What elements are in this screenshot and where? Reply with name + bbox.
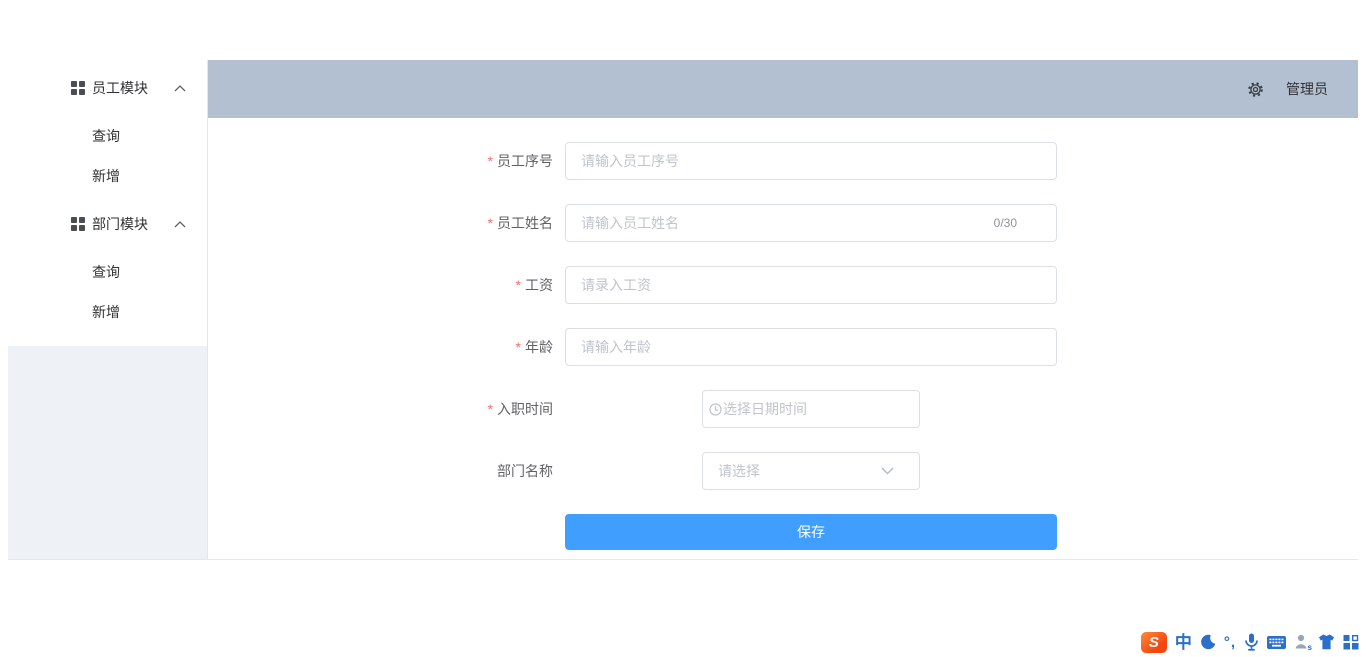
- field-label: * 工资: [515, 277, 553, 293]
- required-asterisk: *: [487, 153, 493, 169]
- required-asterisk: *: [487, 401, 493, 417]
- save-button[interactable]: 保存: [565, 514, 1057, 550]
- form-row-salary: * 工资: [208, 266, 1358, 304]
- employee-number-input[interactable]: [565, 142, 1057, 180]
- grid-icon: [71, 217, 85, 231]
- settings-gear-icon[interactable]: [1247, 81, 1264, 98]
- ime-chinese-mode-icon[interactable]: 中: [1175, 634, 1192, 651]
- department-select[interactable]: 请选择: [702, 452, 920, 490]
- field-label: * 员工姓名: [487, 215, 553, 231]
- required-asterisk: *: [515, 277, 521, 293]
- employee-name-input[interactable]: [565, 204, 1057, 242]
- grid-icon: [71, 81, 85, 95]
- ime-skin-tshirt-icon[interactable]: [1318, 634, 1335, 650]
- form-row-age: * 年龄: [208, 328, 1358, 366]
- ime-toolbox-grid-icon[interactable]: [1343, 634, 1359, 650]
- sidebar-group-employee[interactable]: 员工模块: [8, 60, 207, 116]
- form-row-hire-date: * 入职时间 选择日期时间: [208, 390, 1358, 428]
- right-column: 管理员 *员工序号 *员工姓名 0/30: [208, 60, 1358, 559]
- ime-sogou-logo[interactable]: S: [1140, 631, 1167, 653]
- ime-soft-keyboard-icon[interactable]: [1267, 635, 1286, 649]
- sidebar-item-employee-add[interactable]: 新增: [8, 156, 207, 196]
- sidebar-item-department-query[interactable]: 查询: [8, 252, 207, 292]
- sidebar-item-department-add[interactable]: 新增: [8, 292, 207, 332]
- form-area: *员工序号 *员工姓名 0/30 *工资: [208, 118, 1358, 559]
- chevron-up-icon: [174, 220, 186, 228]
- field-label: * 年龄: [515, 339, 553, 355]
- clock-icon: [709, 402, 722, 416]
- ime-fullwidth-moon-icon[interactable]: [1200, 634, 1216, 650]
- sidebar-group-title: 员工模块: [92, 80, 148, 96]
- datetime-placeholder: 选择日期时间: [723, 401, 807, 417]
- sidebar-menu: 员工模块 查询 新增 部门模块 查询 新增: [8, 60, 207, 346]
- chevron-down-icon: [881, 467, 894, 475]
- username-label[interactable]: 管理员: [1286, 79, 1328, 99]
- chevron-up-icon: [174, 84, 186, 92]
- char-counter: 0/30: [993, 216, 1017, 230]
- ime-punctuation-icon[interactable]: °,: [1224, 635, 1236, 650]
- sidebar-group-department[interactable]: 部门模块: [8, 196, 207, 252]
- form-row-department: 部门名称 请选择: [208, 452, 1358, 490]
- age-input[interactable]: [565, 328, 1057, 366]
- salary-input[interactable]: [565, 266, 1057, 304]
- ime-skin-person-icon[interactable]: s: [1294, 634, 1312, 652]
- required-asterisk: *: [487, 215, 493, 231]
- sidebar: 员工模块 查询 新增 部门模块 查询 新增: [8, 60, 208, 559]
- sidebar-item-employee-query[interactable]: 查询: [8, 116, 207, 156]
- datetime-picker[interactable]: 选择日期时间: [702, 390, 920, 428]
- select-placeholder: 请选择: [718, 463, 760, 479]
- form-row-employee-number: * 员工序号: [208, 142, 1358, 180]
- app-header: 管理员: [208, 60, 1358, 118]
- ime-voice-mic-icon[interactable]: [1244, 633, 1259, 651]
- required-asterisk: *: [515, 339, 521, 355]
- app-container: 员工模块 查询 新增 部门模块 查询 新增 管理员 * 员工序号 请输入员工序号…: [8, 60, 1358, 560]
- field-label: * 入职时间: [487, 401, 553, 417]
- ime-taskbar: S 中 °, s: [1140, 630, 1359, 654]
- sidebar-group-title: 部门模块: [92, 216, 148, 232]
- field-label: 部门名称: [497, 463, 553, 479]
- form-row-employee-name: *员工姓名 0/30: [208, 204, 1358, 242]
- field-label: * 员工序号: [487, 153, 553, 169]
